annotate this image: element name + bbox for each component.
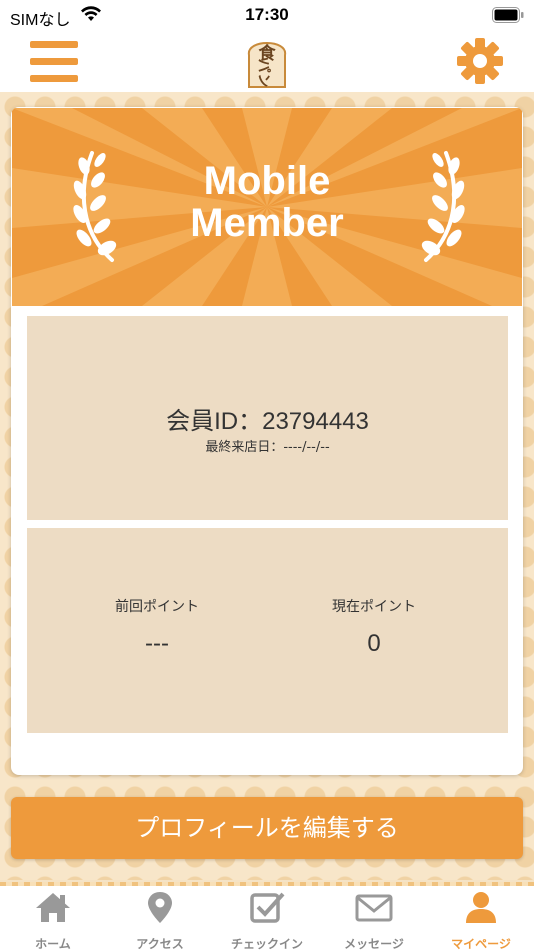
tab-mypage[interactable]: マイページ <box>428 890 534 950</box>
battery-icon <box>492 7 524 23</box>
previous-points-value: --- <box>145 630 169 657</box>
member-id-panel: 会員ID：23794443 最終来店日：----/--/-- <box>27 316 508 520</box>
points-panel: 前回ポイント --- 現在ポイント 0 <box>27 528 508 733</box>
member-card: Mobile Member 会員ID：23794443 最終来店日：----/-… <box>11 107 523 775</box>
current-points: 現在ポイント 0 <box>254 596 494 658</box>
banner-title-line1: Mobile <box>203 159 331 203</box>
user-icon <box>466 892 496 923</box>
banner-title-line2: Member <box>190 201 344 245</box>
tab-message[interactable]: メッセージ <box>321 890 427 950</box>
tab-home-label: ホーム <box>35 937 71 950</box>
checkbox-icon <box>250 892 285 923</box>
current-points-value: 0 <box>367 630 381 657</box>
status-bar: SIMなし 17:30 <box>0 0 534 30</box>
gear-icon[interactable] <box>455 36 505 86</box>
envelope-icon <box>355 894 393 922</box>
clock: 17:30 <box>245 5 289 24</box>
shop-logo: 食 パン <box>247 42 287 88</box>
tab-access[interactable]: アクセス <box>107 890 213 950</box>
tab-bar: ホーム アクセス チェックイン メッセージ マイページ <box>0 880 534 950</box>
member-id: 会員ID：23794443 <box>166 408 369 435</box>
home-icon <box>36 893 70 922</box>
map-pin-icon <box>148 892 172 923</box>
tab-message-label: メッセージ <box>344 937 404 950</box>
previous-points-label: 前回ポイント <box>115 599 199 615</box>
tab-checkin-label: チェックイン <box>230 937 303 950</box>
tab-access-label: アクセス <box>136 937 184 950</box>
last-visit-date: 最終来店日：----/--/-- <box>205 440 330 455</box>
tab-home[interactable]: ホーム <box>0 890 106 950</box>
svg-text:パン: パン <box>255 59 271 88</box>
tab-mypage-label: マイページ <box>451 937 511 950</box>
hamburger-menu-icon[interactable] <box>30 39 78 83</box>
nav-bar: 食 パン <box>0 30 534 92</box>
banner-title: Mobile Member <box>12 160 522 244</box>
edit-profile-button[interactable]: プロフィールを編集する <box>11 797 523 859</box>
tab-bar-stripe <box>0 882 534 886</box>
member-banner: Mobile Member <box>12 108 522 306</box>
previous-points: 前回ポイント --- <box>37 596 277 658</box>
current-points-label: 現在ポイント <box>332 599 416 615</box>
tab-checkin[interactable]: チェックイン <box>214 890 320 950</box>
